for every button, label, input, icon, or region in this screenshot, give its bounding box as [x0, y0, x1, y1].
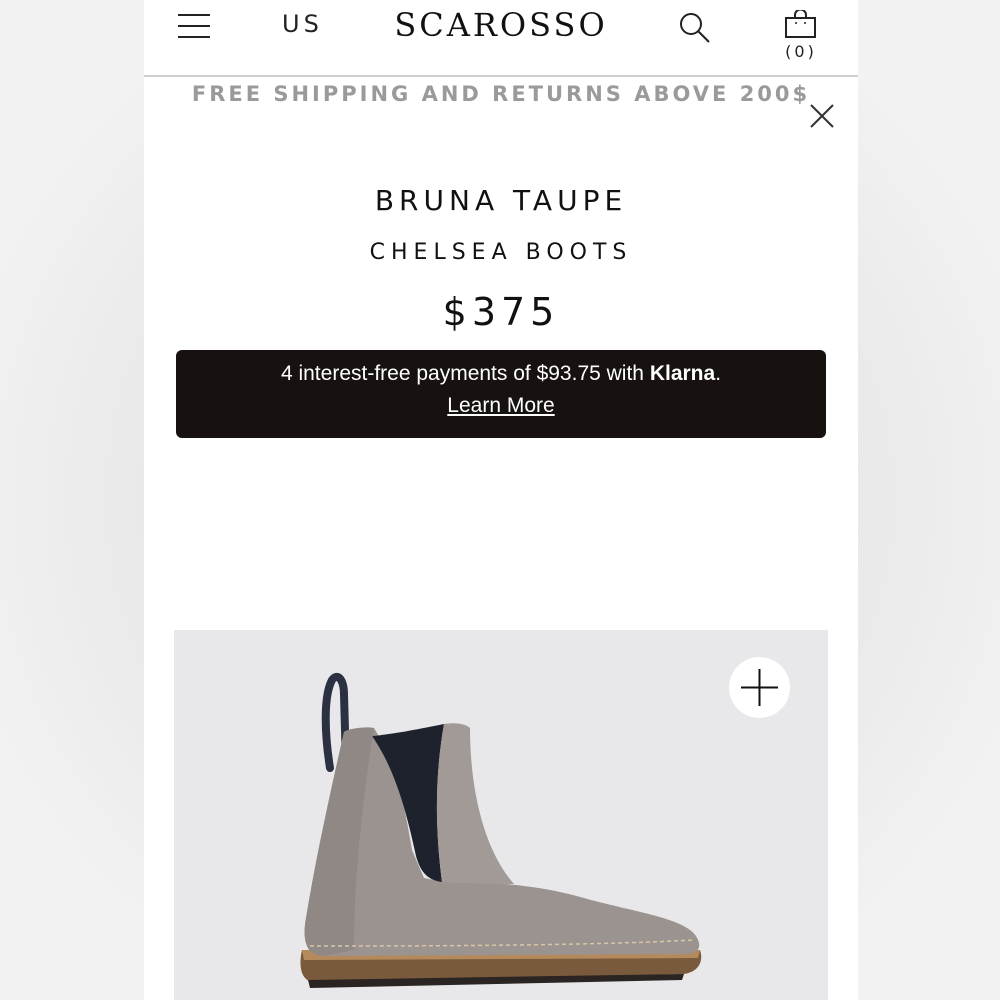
site-header: US SCAROSSO (0)	[144, 0, 858, 77]
product-image[interactable]	[174, 630, 828, 1000]
shipping-banner: FREE SHIPPING AND RETURNS ABOVE 200$	[191, 82, 811, 106]
klarna-banner: 4 interest-free payments of $93.75 with …	[176, 350, 826, 438]
zoom-button[interactable]	[729, 657, 790, 718]
cart-button[interactable]: (0)	[784, 10, 818, 66]
shopping-bag-icon	[785, 10, 816, 38]
klarna-message-end: .	[715, 362, 722, 385]
cart-count: (0)	[785, 42, 817, 61]
plus-icon	[741, 669, 778, 706]
chelsea-boot-image	[300, 672, 702, 988]
region-selector[interactable]: US	[282, 10, 323, 38]
learn-more-link[interactable]: Learn More	[447, 394, 554, 417]
product-price: $375	[442, 290, 560, 334]
close-icon[interactable]	[808, 102, 836, 130]
klarna-brand: Klarna	[649, 362, 716, 385]
page: US SCAROSSO (0) FREE SHIPPING AND RETURN…	[144, 0, 858, 1000]
klarna-message-text: 4 interest-free payments of $93.75 with	[280, 362, 650, 385]
hamburger-menu-icon[interactable]	[178, 14, 210, 40]
product-name: BRUNA TAUPE	[374, 184, 628, 217]
search-icon[interactable]	[679, 12, 711, 44]
product-category: CHELSEA BOOTS	[369, 240, 633, 265]
brand-logo[interactable]: SCAROSSO	[384, 6, 618, 44]
klarna-message: 4 interest-free payments of $93.75 with …	[176, 362, 826, 386]
